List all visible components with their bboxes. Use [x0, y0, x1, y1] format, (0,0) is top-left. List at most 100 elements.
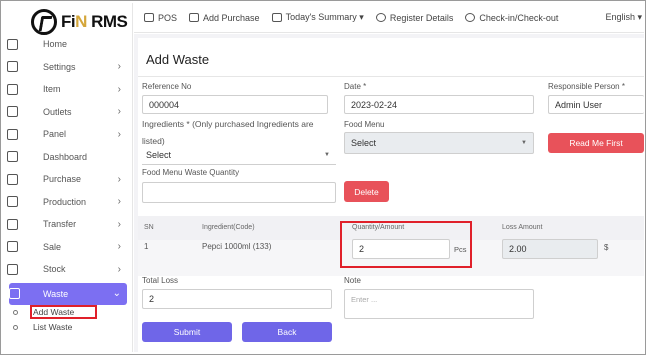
item-icon [7, 83, 18, 95]
truck-icon [189, 13, 200, 22]
submit-button[interactable]: Submit [142, 322, 232, 342]
chevron-right-icon: › [117, 128, 121, 140]
total-loss-value: 2 [149, 294, 155, 304]
note-textarea[interactable]: Enter ... [344, 289, 534, 319]
truck-icon [7, 218, 18, 230]
row-sn: 1 [144, 242, 149, 251]
food-menu-value: Select [351, 138, 377, 148]
chevron-right-icon: › [117, 196, 121, 208]
sidebar-item-settings[interactable]: Settings › [3, 56, 133, 79]
note-label: Note [344, 276, 361, 285]
truck-icon [7, 196, 18, 208]
check-in-out-label: Check-in/Check-out [479, 12, 559, 23]
submenu-highlight-box [30, 304, 97, 319]
register-details-link[interactable]: Register Details [375, 12, 454, 23]
sidebar-item-label: Waste [43, 288, 69, 299]
sidebar-item-label: Purchase [43, 174, 82, 185]
pos-icon [144, 13, 154, 22]
sidebar-item-label: Dashboard [43, 151, 88, 162]
check-in-out-link[interactable]: Check-in/Check-out [465, 13, 558, 23]
register-details-label: Register Details [389, 12, 454, 23]
sidebar-item-home[interactable]: Home [3, 33, 133, 56]
circle-icon [13, 324, 18, 330]
reference-label: Reference No [142, 82, 192, 91]
chevron-right-icon: › [117, 218, 121, 230]
sidebar-item-stock[interactable]: Stock › [3, 258, 133, 281]
page-title: Add Waste [146, 52, 210, 67]
loss-amount-value: 2.00 [509, 244, 527, 254]
food-menu-qty-input[interactable] [142, 182, 336, 203]
gear-icon [7, 61, 18, 73]
brand-name: FiN RMS [61, 12, 128, 31]
sidebar-nav: Home Settings › Item › Outlets › Panel › Dashboar… [3, 33, 133, 335]
brand-logo[interactable]: FiN RMS [31, 9, 128, 35]
responsible-select[interactable]: Admin User [548, 95, 644, 114]
chevron-right-icon: › [117, 241, 121, 253]
sidebar-item-panel[interactable]: Panel › [3, 123, 133, 146]
sidebar-item-dashboard[interactable]: Dashboard [3, 146, 133, 169]
total-loss-label: Total Loss [142, 276, 179, 285]
responsible-value: Admin User [555, 99, 603, 110]
sidebar-item-waste[interactable]: Waste ⌄ [9, 282, 127, 305]
chevron-down-icon: ▼ [521, 140, 527, 146]
chevron-right-icon: › [117, 263, 121, 275]
store-icon [7, 106, 18, 118]
sidebar-item-label: Panel [43, 129, 67, 140]
ingredients-select[interactable]: Select ▼ [142, 146, 336, 165]
chevron-right-icon: › [117, 83, 121, 95]
add-purchase-label: Add Purchase [203, 12, 260, 23]
sidebar: FiN RMS Home Settings › Item › Outlets › Panel ›… [3, 3, 133, 352]
submenu-item-list-waste[interactable]: List Waste [3, 320, 133, 335]
truck-icon [271, 13, 282, 22]
submenu-item-add-waste[interactable]: Add Waste [3, 304, 133, 320]
row-ingredient: Pepci 1000ml (133) [202, 242, 272, 251]
form-card: Add Waste Reference No 000004 Date * 202… [138, 38, 644, 352]
sidebar-item-sale[interactable]: Sale › [3, 236, 133, 259]
quantity-highlight-box [340, 221, 472, 268]
todays-summary-dropdown[interactable]: Today's Summary ▾ [271, 12, 364, 23]
sidebar-item-label: Production [43, 196, 87, 207]
clock-icon [465, 13, 476, 22]
food-menu-qty-label: Food Menu Waste Quantity [142, 168, 240, 177]
column-header-ingredient: Ingredient(Code) [202, 224, 255, 231]
responsible-label: Responsible Person * [548, 82, 625, 91]
chevron-right-icon: › [117, 61, 121, 73]
logo-icon [31, 9, 57, 35]
title-divider [138, 76, 644, 77]
grid-icon [7, 151, 18, 163]
pos-link[interactable]: POS [144, 13, 177, 23]
currency-label: $ [604, 243, 609, 252]
panel-icon [7, 128, 18, 140]
food-menu-label: Food Menu [344, 120, 385, 129]
top-bar: POS Add Purchase Today's Summary ▾ Regis… [134, 3, 644, 33]
sidebar-item-item[interactable]: Item › [3, 78, 133, 101]
chevron-down-icon: ⌄ [112, 288, 121, 299]
read-me-first-button[interactable]: Read Me First [548, 133, 644, 153]
circle-icon [13, 309, 18, 315]
sidebar-item-outlets[interactable]: Outlets › [3, 101, 133, 124]
loss-amount-input[interactable]: 2.00 [502, 239, 598, 259]
food-menu-select[interactable]: Select ▼ [344, 132, 534, 154]
ingredients-label: Ingredients * (Only purchased Ingredient… [142, 119, 314, 146]
truck-icon [7, 173, 18, 185]
sidebar-item-label: Sale [43, 241, 62, 252]
sidebar-item-transfer[interactable]: Transfer › [3, 213, 133, 236]
date-input[interactable]: 2023-02-24 [344, 95, 534, 114]
language-dropdown[interactable]: English ▾ [605, 12, 642, 23]
chevron-right-icon: › [117, 173, 121, 185]
home-icon [7, 38, 18, 50]
sidebar-item-label: Item [43, 84, 61, 95]
note-placeholder: Enter ... [351, 295, 378, 304]
sidebar-item-label: Stock [43, 264, 66, 275]
add-purchase-link[interactable]: Add Purchase [189, 13, 260, 23]
delete-button[interactable]: Delete [344, 181, 389, 202]
sidebar-item-production[interactable]: Production › [3, 191, 133, 214]
sidebar-item-purchase[interactable]: Purchase › [3, 168, 133, 191]
total-loss-input[interactable]: 2 [142, 289, 332, 309]
back-button[interactable]: Back [242, 322, 332, 342]
date-value: 2023-02-24 [351, 99, 398, 110]
chevron-down-icon: ▼ [324, 152, 330, 158]
cart-icon [7, 241, 18, 253]
reference-input[interactable]: 000004 [142, 95, 328, 114]
date-label: Date * [344, 82, 367, 91]
